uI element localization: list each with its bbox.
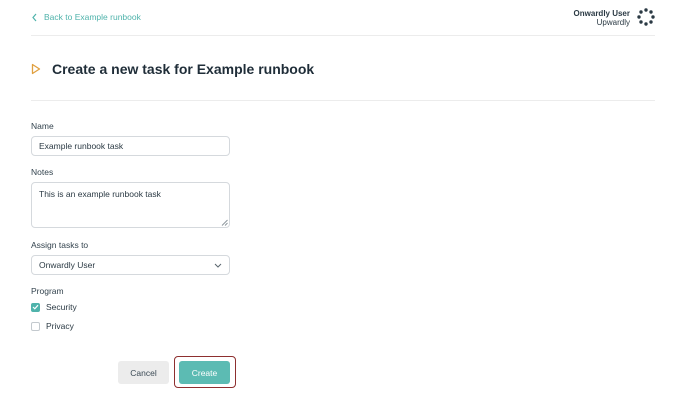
notes-label: Notes: [31, 167, 54, 177]
user-name: Onwardly User: [573, 9, 630, 18]
security-label: Security: [46, 302, 77, 312]
user-info: Onwardly User Upwardly: [574, 9, 630, 27]
resize-handle-icon[interactable]: [221, 219, 228, 226]
privacy-label: Privacy: [46, 321, 74, 331]
notes-textarea[interactable]: This is an example runbook task: [31, 182, 230, 228]
dotted-ring-logo-icon: [637, 8, 655, 26]
chevron-left-icon: [32, 13, 37, 21]
avatar[interactable]: [637, 8, 655, 26]
assign-label: Assign tasks to: [31, 240, 89, 250]
program-label: Program: [31, 286, 64, 296]
checkmark-icon: [32, 304, 39, 310]
name-input[interactable]: [31, 136, 230, 156]
assign-select[interactable]: Onwardly User: [31, 255, 230, 275]
title-divider: [31, 100, 655, 101]
play-triangle-icon: [31, 63, 41, 75]
program-option-security[interactable]: Security: [31, 302, 77, 312]
name-label: Name: [31, 121, 54, 131]
assign-selected-value: Onwardly User: [39, 260, 96, 270]
privacy-checkbox[interactable]: [31, 321, 40, 331]
cancel-button[interactable]: Cancel: [118, 361, 169, 384]
create-button[interactable]: Create: [179, 361, 230, 384]
user-org: Upwardly: [596, 18, 630, 27]
page-header: Create a new task for Example runbook: [31, 61, 314, 77]
page-title: Create a new task for Example runbook: [52, 61, 315, 77]
back-link-label: Back to Example runbook: [44, 12, 141, 22]
chevron-down-icon: [214, 263, 222, 268]
header-divider: [31, 35, 655, 36]
program-option-privacy[interactable]: Privacy: [31, 321, 74, 331]
back-link[interactable]: Back to Example runbook: [31, 12, 141, 22]
security-checkbox[interactable]: [31, 302, 40, 312]
